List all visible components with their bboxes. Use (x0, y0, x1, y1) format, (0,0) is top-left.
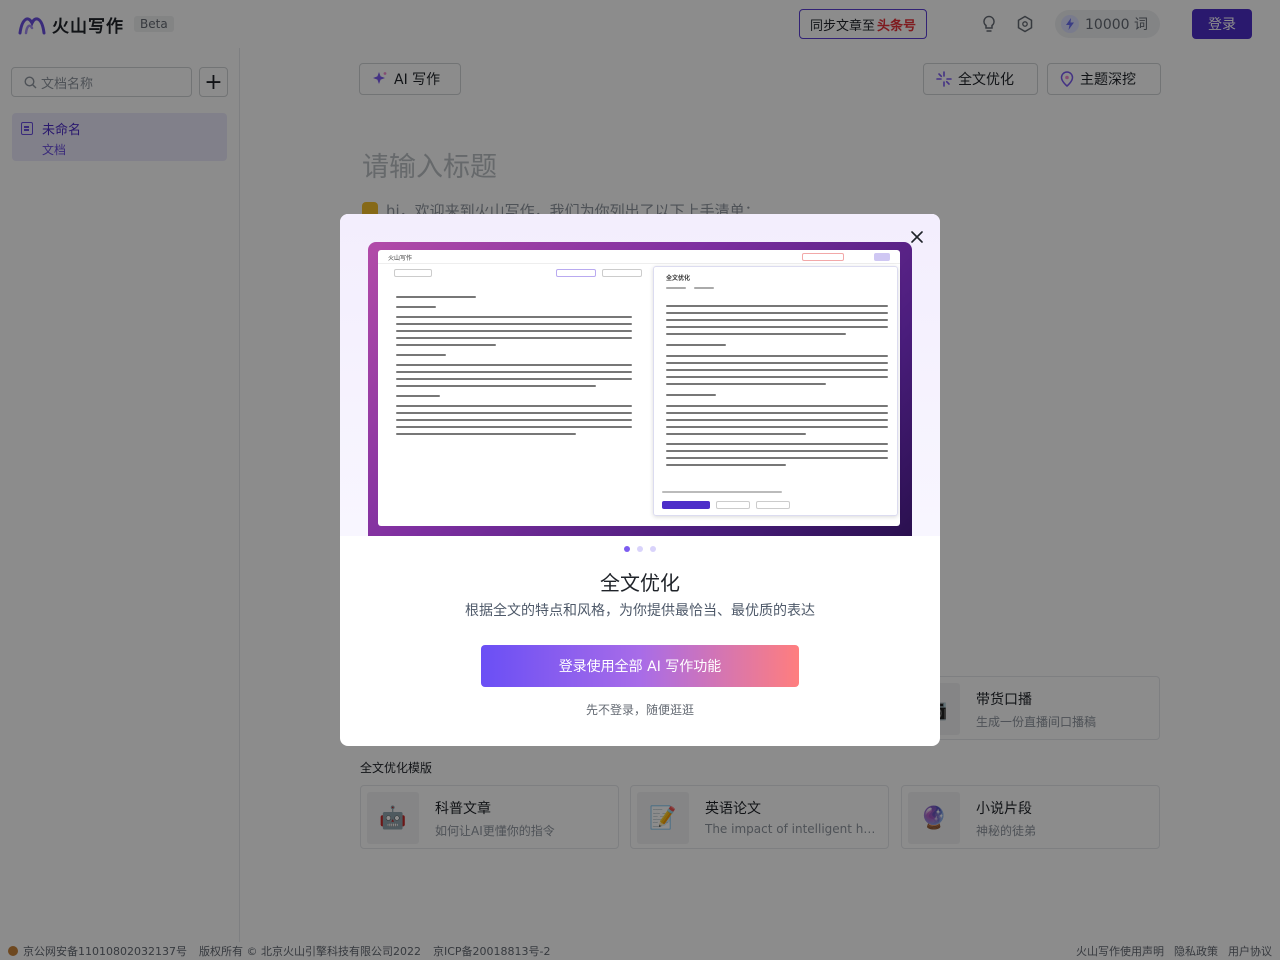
login-to-use-button[interactable]: 登录使用全部 AI 写作功能 (481, 645, 799, 687)
preview-copy-button (716, 501, 750, 509)
preview-sync-pill (802, 253, 844, 261)
preview-panel-title: 全文优化 (666, 275, 691, 282)
preview-ai-write-pill (394, 269, 432, 277)
skip-login-link[interactable]: 先不登录，随便逛逛 (340, 701, 940, 718)
feature-preview: 火山写作 全文优化 (340, 214, 940, 536)
preview-app-window: 火山写作 全文优化 (378, 250, 900, 526)
onboarding-modal: 火山写作 全文优化 全文优化 根据全文的特点和风格，为你提供最恰当、最优质的表达… (340, 214, 940, 746)
preview-avatar (874, 253, 890, 261)
close-icon (911, 231, 923, 243)
preview-optimize-pill (556, 269, 596, 277)
carousel-dot-1[interactable] (624, 546, 630, 552)
preview-retry-button (756, 501, 790, 509)
preview-screenshot: 火山写作 全文优化 (368, 242, 912, 536)
preview-logo: 火山写作 (388, 255, 413, 262)
carousel-dots (340, 546, 940, 552)
close-modal-button[interactable] (908, 228, 926, 246)
modal-subtitle: 根据全文的特点和风格，为你提供最恰当、最优质的表达 (465, 603, 815, 619)
carousel-dot-3[interactable] (650, 546, 656, 552)
preview-topbar: 火山写作 (378, 250, 900, 264)
preview-editor (384, 268, 648, 508)
preview-topic-pill (602, 269, 642, 277)
preview-optimize-panel: 全文优化 (653, 266, 898, 516)
modal-title: 全文优化 (600, 571, 680, 595)
carousel-dot-2[interactable] (637, 546, 643, 552)
preview-adopt-button (662, 501, 710, 509)
